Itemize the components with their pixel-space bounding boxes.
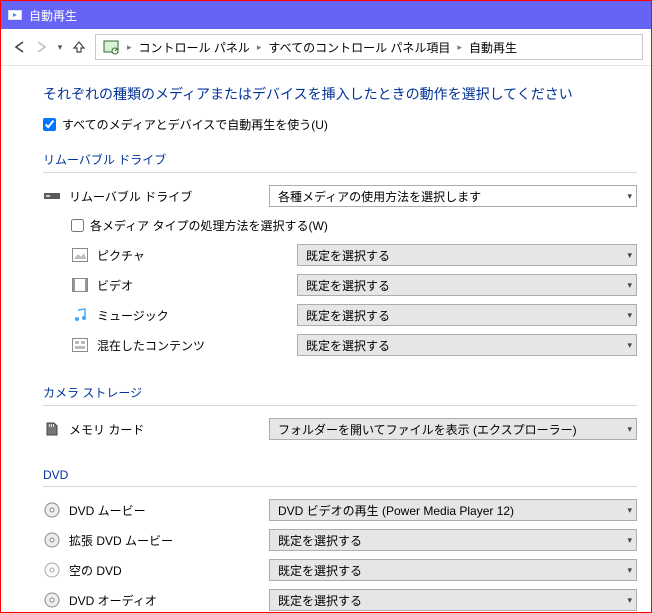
row-blank-dvd: 空の DVD 既定を選択する ▾ [43, 557, 637, 583]
breadcrumb-autoplay[interactable]: 自動再生 [465, 35, 521, 59]
row-label: ピクチャ [97, 247, 297, 264]
row-memory-card: メモリ カード フォルダーを開いてファイルを表示 (エクスプローラー) ▾ [43, 416, 637, 442]
disc-icon [43, 591, 61, 609]
dropdown-value: 既定を選択する [278, 532, 362, 549]
chevron-down-icon: ▾ [621, 280, 632, 291]
breadcrumb-sep-icon[interactable]: ▸ [454, 42, 465, 53]
row-label: リムーバブル ドライブ [69, 188, 269, 205]
nav-recent-dropdown[interactable]: ▾ [53, 42, 67, 53]
dropdown-value: 各種メディアの使用方法を選択します [278, 188, 481, 205]
dropdown-pictures[interactable]: 既定を選択する ▾ [297, 244, 637, 266]
control-panel-icon [102, 38, 120, 56]
row-dvd-movie: DVD ムービー DVD ビデオの再生 (Power Media Player … [43, 497, 637, 523]
section-divider [43, 172, 637, 173]
row-label: 混在したコンテンツ [97, 337, 297, 354]
section-divider [43, 486, 637, 487]
breadcrumb-sep-icon[interactable]: ▸ [124, 42, 135, 53]
dropdown-blank-dvd[interactable]: 既定を選択する ▾ [269, 559, 637, 581]
use-autoplay-checkbox[interactable]: すべてのメディアとデバイスで自動再生を使う(U) [15, 116, 637, 151]
row-videos: ビデオ 既定を選択する ▾ [71, 272, 637, 298]
row-removable-drive: リムーバブル ドライブ 各種メディアの使用方法を選択します ▾ [43, 183, 637, 209]
nav-bar: ▾ ▸ コントロール パネル ▸ すべてのコントロール パネル項目 ▸ 自動再生 [1, 29, 651, 66]
row-label: DVD ムービー [69, 502, 269, 519]
per-media-type-checkbox-input[interactable] [71, 219, 84, 232]
row-enhanced-dvd: 拡張 DVD ムービー 既定を選択する ▾ [43, 527, 637, 553]
picture-icon [71, 246, 89, 264]
chevron-down-icon: ▾ [621, 310, 632, 321]
chevron-down-icon: ▾ [621, 340, 632, 351]
content-pane: それぞれの種類のメディアまたはデバイスを挿入したときの動作を選択してください す… [1, 66, 651, 613]
row-mixed: 混在したコンテンツ 既定を選択する ▾ [71, 332, 637, 358]
row-label: ミュージック [97, 307, 297, 324]
chevron-down-icon: ▾ [621, 565, 632, 576]
nav-back-button[interactable] [9, 33, 29, 61]
chevron-down-icon: ▾ [621, 191, 632, 202]
dropdown-dvd-audio[interactable]: 既定を選択する ▾ [269, 589, 637, 611]
autoplay-window: 自動再生 ▾ ▸ コントロール パネル ▸ すべてのコントロール パネル項目 [0, 0, 652, 613]
autoplay-title-icon [7, 7, 23, 23]
mixed-content-icon [71, 336, 89, 354]
chevron-down-icon: ▾ [621, 595, 632, 606]
dropdown-memory-card[interactable]: フォルダーを開いてファイルを表示 (エクスプローラー) ▾ [269, 418, 637, 440]
nav-forward-button[interactable] [31, 33, 51, 61]
row-label: ビデオ [97, 277, 297, 294]
breadcrumb-all-items[interactable]: すべてのコントロール パネル項目 [264, 35, 454, 59]
breadcrumb-sep-icon[interactable]: ▸ [254, 42, 265, 53]
dropdown-value: 既定を選択する [306, 277, 390, 294]
dropdown-value: 既定を選択する [278, 592, 362, 609]
dropdown-value: 既定を選択する [306, 337, 390, 354]
row-music: ミュージック 既定を選択する ▾ [71, 302, 637, 328]
section-title-camera: カメラ ストレージ [15, 384, 637, 405]
section-title-removable: リムーバブル ドライブ [15, 151, 637, 172]
nav-up-button[interactable] [69, 33, 89, 61]
chevron-down-icon: ▾ [621, 535, 632, 546]
per-media-type-checkbox[interactable]: 各メディア タイプの処理方法を選択する(W) [71, 217, 637, 234]
dropdown-value: 既定を選択する [278, 562, 362, 579]
breadcrumb-control-panel[interactable]: コントロール パネル [135, 35, 254, 59]
dropdown-value: 既定を選択する [306, 247, 390, 264]
section-divider [43, 405, 637, 406]
dropdown-value: フォルダーを開いてファイルを表示 (エクスプローラー) [278, 421, 577, 438]
titlebar: 自動再生 [1, 1, 651, 29]
row-dvd-audio: DVD オーディオ 既定を選択する ▾ [43, 587, 637, 613]
dropdown-music[interactable]: 既定を選択する ▾ [297, 304, 637, 326]
dropdown-mixed[interactable]: 既定を選択する ▾ [297, 334, 637, 356]
use-autoplay-checkbox-input[interactable] [43, 118, 56, 131]
page-heading: それぞれの種類のメディアまたはデバイスを挿入したときの動作を選択してください [15, 78, 637, 116]
disc-blank-icon [43, 561, 61, 579]
disc-icon [43, 531, 61, 549]
memory-card-icon [43, 420, 61, 438]
dropdown-removable-drive[interactable]: 各種メディアの使用方法を選択します ▾ [269, 185, 637, 207]
video-icon [71, 276, 89, 294]
window-title: 自動再生 [29, 7, 77, 24]
dropdown-value: DVD ビデオの再生 (Power Media Player 12) [278, 502, 514, 519]
dropdown-videos[interactable]: 既定を選択する ▾ [297, 274, 637, 296]
row-label: DVD オーディオ [69, 592, 269, 609]
dropdown-enhanced-dvd[interactable]: 既定を選択する ▾ [269, 529, 637, 551]
chevron-down-icon: ▾ [621, 505, 632, 516]
per-media-type-label: 各メディア タイプの処理方法を選択する(W) [90, 217, 328, 234]
address-bar[interactable]: ▸ コントロール パネル ▸ すべてのコントロール パネル項目 ▸ 自動再生 [95, 34, 643, 60]
row-label: メモリ カード [69, 421, 269, 438]
drive-icon [43, 187, 61, 205]
row-pictures: ピクチャ 既定を選択する ▾ [71, 242, 637, 268]
chevron-down-icon: ▾ [621, 424, 632, 435]
section-title-dvd: DVD [15, 468, 637, 486]
chevron-down-icon: ▾ [621, 250, 632, 261]
use-autoplay-label: すべてのメディアとデバイスで自動再生を使う(U) [62, 116, 328, 133]
disc-icon [43, 501, 61, 519]
music-icon [71, 306, 89, 324]
dropdown-value: 既定を選択する [306, 307, 390, 324]
dropdown-dvd-movie[interactable]: DVD ビデオの再生 (Power Media Player 12) ▾ [269, 499, 637, 521]
row-label: 空の DVD [69, 562, 269, 579]
row-label: 拡張 DVD ムービー [69, 532, 269, 549]
